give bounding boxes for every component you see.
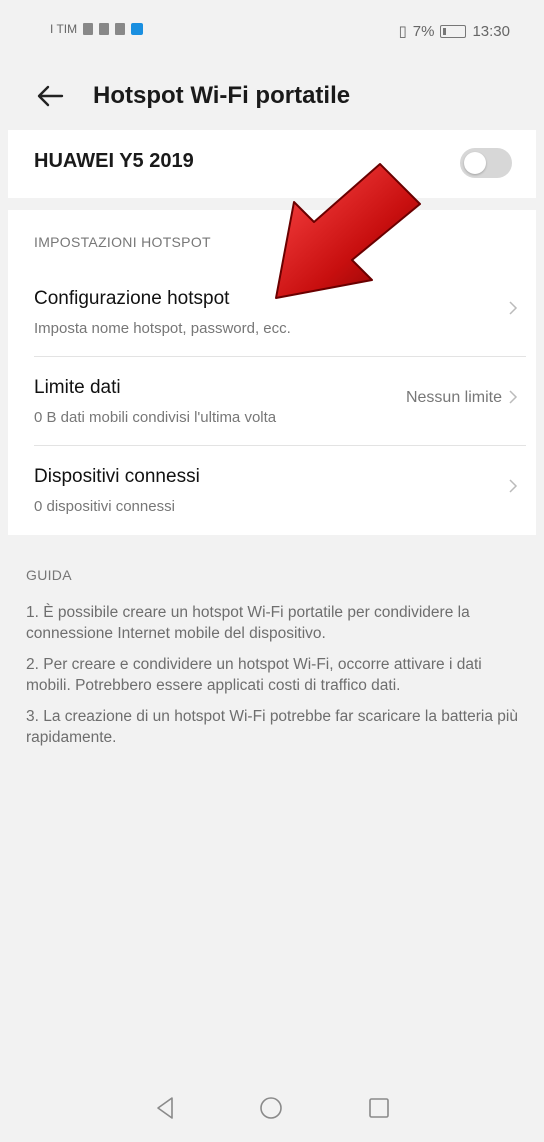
status-left: I TIM <box>50 22 144 36</box>
triangle-back-icon[interactable] <box>152 1094 180 1122</box>
square-recents-icon[interactable] <box>365 1094 393 1122</box>
guide-paragraph: 1. È possibile creare un hotspot Wi-Fi p… <box>26 604 470 642</box>
battery-icon <box>440 24 467 38</box>
circle-home-icon[interactable] <box>257 1094 285 1122</box>
battery-percent: 7% <box>412 22 435 40</box>
navigation-bar <box>0 1072 544 1142</box>
status-right: ▯ 7% 13:30 <box>398 22 511 41</box>
chevron-right-icon <box>509 390 518 404</box>
notification-icon <box>99 23 110 35</box>
status-bar: I TIM ▯ 7% 13:30 <box>0 0 544 62</box>
chevron-right-icon <box>509 479 518 493</box>
device-name: HUAWEI Y5 2019 <box>34 150 194 172</box>
usb-icon <box>115 23 126 35</box>
app-bar: Hotspot Wi-Fi portatile <box>0 62 544 130</box>
data-limit-value: Nessun limite <box>405 389 502 406</box>
guide-section: GUIDA 1. È possibile creare un hotspot W… <box>26 565 524 758</box>
chevron-right-icon <box>509 301 518 315</box>
vibrate-icon: ▯ <box>398 23 407 40</box>
row-title: Limite dati <box>34 377 121 398</box>
row-title: Configurazione hotspot <box>34 288 230 309</box>
guide-paragraph: 2. Per creare e condividere un hotspot W… <box>26 656 482 694</box>
app-notification-icon <box>131 23 144 35</box>
row-title: Dispositivi connessi <box>34 466 200 487</box>
guide-paragraph: 3. La creazione di un hotspot Wi-Fi potr… <box>26 708 518 746</box>
hotspot-toggle[interactable] <box>460 148 512 178</box>
row-subtitle: 0 B dati mobili condivisi l'ultima volta <box>34 409 277 426</box>
signal-icon <box>83 23 94 35</box>
row-data-limit[interactable]: Limite dati 0 B dati mobili condivisi l'… <box>8 357 536 445</box>
back-arrow-icon[interactable] <box>32 76 72 116</box>
section-header: IMPOSTAZIONI HOTSPOT <box>34 234 211 250</box>
page-title: Hotspot Wi-Fi portatile <box>93 82 351 109</box>
carrier-label: I TIM <box>50 22 78 36</box>
clock: 13:30 <box>472 22 510 40</box>
guide-title: GUIDA <box>26 567 72 583</box>
row-connected-devices[interactable]: Dispositivi connessi 0 dispositivi conne… <box>8 446 536 534</box>
row-subtitle: Imposta nome hotspot, password, ecc. <box>34 320 291 337</box>
red-arrow-annotation <box>275 163 421 299</box>
toggle-knob <box>464 152 486 174</box>
row-subtitle: 0 dispositivi connessi <box>34 498 175 515</box>
